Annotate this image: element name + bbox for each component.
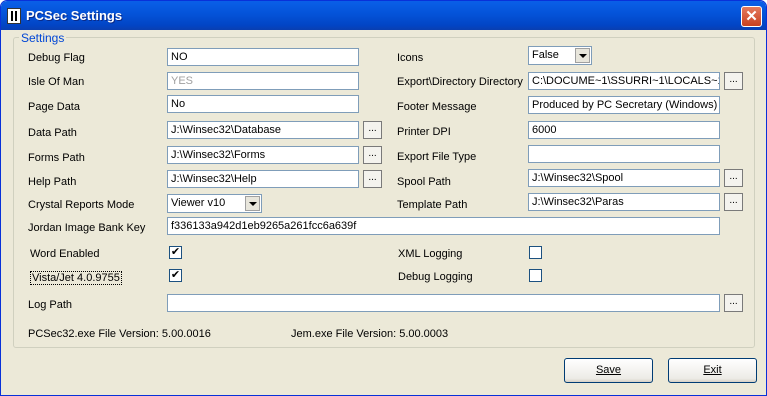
export-directory-field[interactable]: C:\DOCUME~1\SSURRI~1\LOCALS~1\Temp — [528, 72, 720, 90]
template-path-label: Template Path — [397, 199, 468, 211]
printer-dpi-label: Printer DPI — [397, 126, 451, 138]
export-directory-label: Export\Directory Directory — [397, 76, 523, 88]
page-data-field[interactable]: No — [167, 95, 359, 113]
help-path-browse-button[interactable]: ... — [363, 170, 382, 188]
crystal-reports-mode-select[interactable]: Viewer v10 — [167, 194, 262, 213]
vista-jet-checkbox[interactable]: ✔ — [169, 269, 182, 282]
chevron-down-icon[interactable] — [575, 48, 590, 63]
exit-button-label: Exit — [703, 364, 722, 376]
debug-flag-field[interactable]: NO — [167, 48, 359, 66]
page-data-label: Page Data — [28, 101, 80, 113]
data-path-label: Data Path — [28, 127, 77, 139]
jordan-image-bank-key-label: Jordan Image Bank Key — [28, 222, 146, 234]
window-title: PCSec Settings — [26, 8, 123, 23]
forms-path-label: Forms Path — [28, 152, 85, 164]
pcsec-version-text: PCSec32.exe File Version: 5.00.0016 — [28, 328, 211, 340]
data-path-browse-button[interactable]: ... — [363, 121, 382, 139]
exit-button[interactable]: Exit — [668, 358, 757, 383]
spool-path-browse-button[interactable]: ... — [724, 169, 743, 187]
close-button[interactable]: ✕ — [741, 6, 762, 27]
isle-of-man-field: YES — [167, 72, 359, 90]
debug-logging-checkbox[interactable] — [529, 269, 542, 282]
jordan-image-bank-key-field[interactable]: f336133a942d1eb9265a261fcc6a639f — [167, 217, 720, 235]
jem-version-text: Jem.exe File Version: 5.00.0003 — [291, 328, 449, 340]
export-file-type-field[interactable] — [528, 145, 720, 163]
export-file-type-label: Export File Type — [397, 151, 477, 163]
printer-dpi-field[interactable]: 6000 — [528, 121, 720, 139]
forms-path-field[interactable]: J:\Winsec32\Forms — [167, 146, 359, 164]
word-enabled-checkbox[interactable]: ✔ — [169, 246, 182, 259]
debug-logging-label: Debug Logging — [398, 271, 473, 283]
xml-logging-label: XML Logging — [398, 248, 463, 260]
icons-value: False — [532, 49, 559, 61]
xml-logging-checkbox[interactable] — [529, 246, 542, 259]
settings-group-label: Settings — [19, 31, 67, 45]
log-path-field[interactable] — [167, 294, 720, 312]
settings-window: PCSec Settings ✕ Settings Debug Flag NO … — [0, 0, 767, 396]
export-directory-browse-button[interactable]: ... — [724, 72, 743, 90]
spool-path-field[interactable]: J:\Winsec32\Spool — [528, 169, 720, 187]
crystal-reports-mode-label: Crystal Reports Mode — [28, 199, 135, 211]
log-path-label: Log Path — [28, 299, 73, 311]
template-path-field[interactable]: J:\Winsec32\Paras — [528, 193, 720, 211]
footer-message-label: Footer Message — [397, 101, 477, 113]
save-button-label: Save — [595, 364, 622, 376]
help-path-label: Help Path — [28, 176, 77, 188]
icons-label: Icons — [397, 52, 424, 64]
crystal-reports-mode-value: Viewer v10 — [171, 197, 226, 209]
word-enabled-label: Word Enabled — [30, 248, 100, 260]
title-bar[interactable]: PCSec Settings ✕ — [1, 1, 766, 30]
chevron-down-icon[interactable] — [245, 196, 260, 211]
isle-of-man-label: Isle Of Man — [28, 76, 85, 88]
help-path-field[interactable]: J:\Winsec32\Help — [167, 170, 359, 188]
forms-path-browse-button[interactable]: ... — [363, 146, 382, 164]
debug-flag-label: Debug Flag — [28, 52, 85, 64]
log-path-browse-button[interactable]: ... — [724, 294, 743, 312]
spool-path-label: Spool Path — [397, 176, 451, 188]
template-path-browse-button[interactable]: ... — [724, 193, 743, 211]
save-button[interactable]: Save — [564, 358, 653, 383]
footer-message-field[interactable]: Produced by PC Secretary (Windows) — [528, 96, 720, 114]
app-icon — [7, 8, 21, 24]
vista-jet-label: Vista/Jet 4.0.9755 — [30, 271, 122, 285]
data-path-field[interactable]: J:\Winsec32\Database — [167, 121, 359, 139]
icons-select[interactable]: False — [528, 46, 592, 65]
